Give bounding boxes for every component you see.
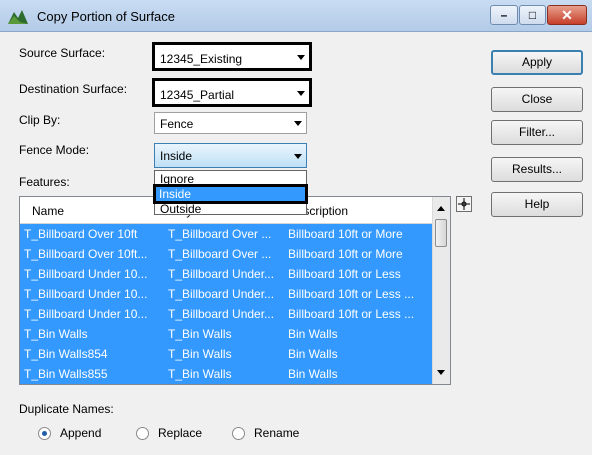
close-window-button[interactable]: ✕ <box>547 5 587 25</box>
chevron-down-icon <box>297 91 305 96</box>
chevron-down-icon <box>297 55 305 60</box>
apply-button[interactable]: Apply <box>491 50 583 75</box>
minimize-button[interactable]: – <box>490 5 518 25</box>
clip-by-label: Clip By: <box>19 113 61 127</box>
table-scrollbar[interactable] <box>432 197 450 384</box>
column-header-name[interactable]: Name <box>32 204 64 218</box>
table-body: T_Billboard Over 10ft T_Billboard Over ..… <box>20 224 432 384</box>
append-radio[interactable] <box>38 427 51 440</box>
window-title: Copy Portion of Surface <box>37 9 176 24</box>
fence-mode-option-inside[interactable]: Inside <box>153 184 308 204</box>
rename-label[interactable]: Rename <box>254 426 299 440</box>
replace-label[interactable]: Replace <box>158 426 202 440</box>
features-table[interactable]: Name Style Description T_Billboard Over … <box>19 196 451 385</box>
maximize-button[interactable]: □ <box>519 5 546 25</box>
duplicate-names-label: Duplicate Names: <box>19 402 114 416</box>
chevron-down-icon <box>294 121 302 126</box>
features-label: Features: <box>19 175 70 189</box>
destination-surface-label: Destination Surface: <box>19 82 128 96</box>
scroll-down-icon[interactable] <box>437 370 445 375</box>
minimize-icon: – <box>500 8 508 22</box>
scroll-up-icon[interactable] <box>437 206 445 211</box>
replace-radio[interactable] <box>136 427 149 440</box>
maximize-icon: □ <box>528 8 537 22</box>
fence-mode-label: Fence Mode: <box>19 143 90 157</box>
fence-mode-option-outside[interactable]: Outside <box>157 202 304 216</box>
table-row[interactable]: T_Bin Walls T_Bin Walls Bin Walls <box>20 324 432 344</box>
clip-by-select[interactable]: Fence <box>154 112 307 134</box>
append-label[interactable]: Append <box>60 426 101 440</box>
crosshair-icon <box>458 198 470 210</box>
rename-radio[interactable] <box>232 427 245 440</box>
table-row[interactable]: T_Billboard Over 10ft... T_Billboard Over… <box>20 244 432 264</box>
filter-button[interactable]: Filter... <box>491 120 583 145</box>
table-row[interactable]: T_Billboard Under 10... T_Billboard Under… <box>20 304 432 324</box>
help-button[interactable]: Help <box>491 192 583 217</box>
table-row[interactable]: T_Billboard Under 10... T_Billboard Under… <box>20 284 432 304</box>
source-surface-label: Source Surface: <box>19 46 106 60</box>
locate-button[interactable] <box>456 196 472 212</box>
scroll-thumb[interactable] <box>435 219 447 247</box>
table-row[interactable]: T_Billboard Under 10... T_Billboard Under… <box>20 264 432 284</box>
destination-surface-select[interactable]: 12345_Partial <box>152 78 312 107</box>
chevron-down-icon <box>294 154 302 159</box>
close-button[interactable]: Close <box>491 87 583 112</box>
source-surface-select[interactable]: 12345_Existing <box>152 42 312 71</box>
fence-mode-dropdown: Ignore Inside Outside <box>153 170 308 216</box>
surface-app-icon <box>8 10 28 24</box>
table-row[interactable]: T_Bin Walls855 T_Bin Walls Bin Walls <box>20 364 432 384</box>
results-button[interactable]: Results... <box>491 157 583 182</box>
title-bar[interactable]: Copy Portion of Surface – □ ✕ <box>0 0 592 32</box>
table-row[interactable]: T_Bin Walls854 T_Bin Walls Bin Walls <box>20 344 432 364</box>
table-row[interactable]: T_Billboard Over 10ft T_Billboard Over ..… <box>20 224 432 244</box>
close-icon: ✕ <box>561 7 573 23</box>
fence-mode-select[interactable]: Inside <box>154 143 307 168</box>
